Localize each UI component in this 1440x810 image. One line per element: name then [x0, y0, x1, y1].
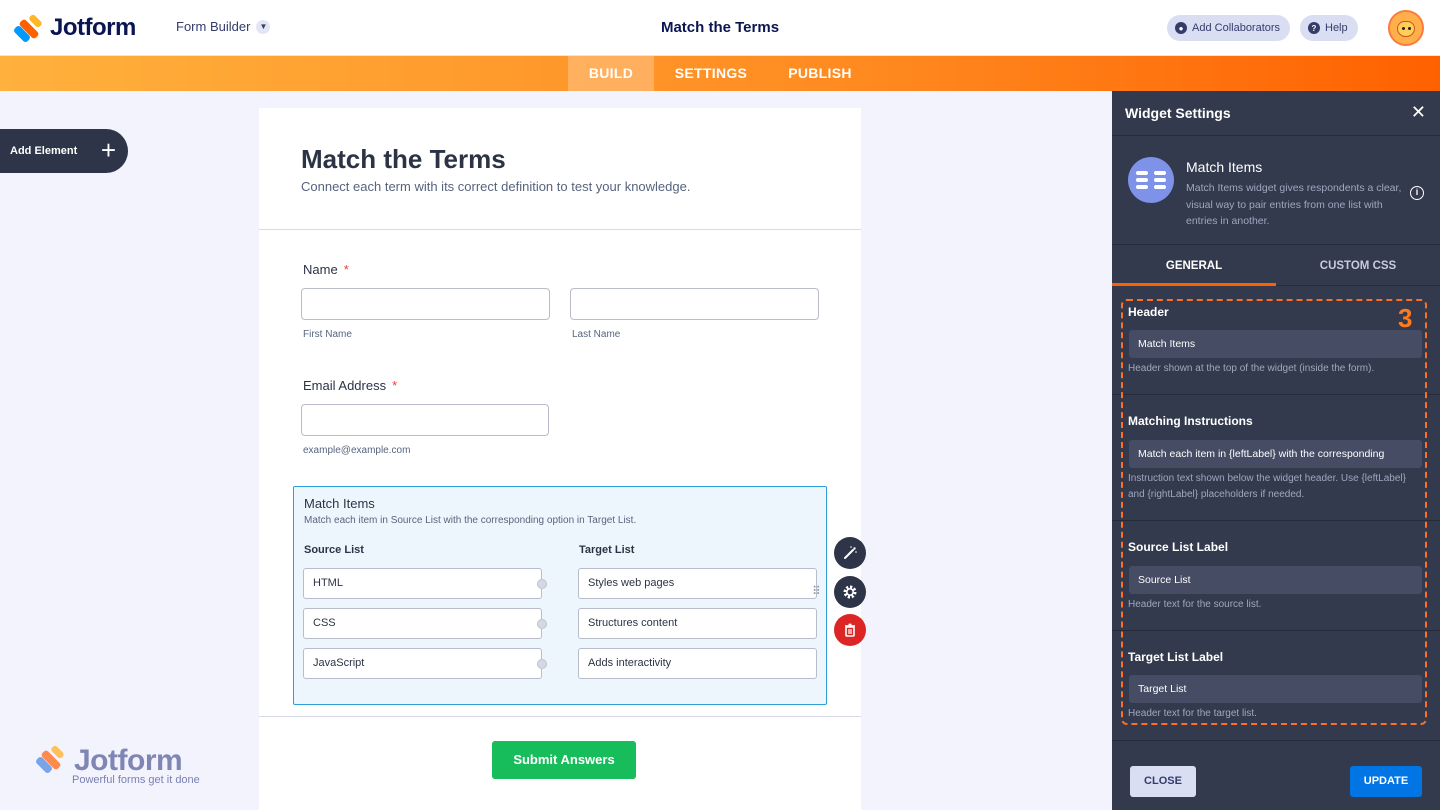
plus-icon: + [100, 135, 116, 165]
form-canvas: Match the Terms Connect each term with i… [259, 108, 861, 810]
widget-info: Match Items Match Items widget gives res… [1112, 137, 1440, 245]
close-icon[interactable]: ✕ [1411, 102, 1426, 123]
widget-description: Match Items widget gives respondents a c… [1186, 182, 1402, 227]
tab-custom-css[interactable]: CUSTOM CSS [1276, 246, 1440, 286]
builder-nav: BUILD SETTINGS PUBLISH [0, 56, 1440, 91]
tab-build[interactable]: BUILD [568, 56, 654, 91]
match-items-icon [1128, 157, 1174, 203]
panel-header: Widget Settings ✕ [1112, 91, 1440, 136]
add-collaborators-label: Add Collaborators [1192, 22, 1281, 34]
drag-handle-icon[interactable]: ⠿ [812, 585, 821, 597]
help-label: Help [1325, 22, 1348, 34]
target-list-header: Target List [579, 544, 635, 556]
watermark-text: Jotform [74, 744, 183, 777]
chevron-down-icon: ▼ [256, 19, 271, 34]
info-icon[interactable]: i [1410, 186, 1424, 200]
widget-title: Match Items [304, 496, 375, 511]
source-item-javascript[interactable]: JavaScript [303, 648, 547, 679]
connector-dot[interactable] [537, 579, 547, 589]
magic-wand-icon [844, 546, 857, 559]
add-element-label: Add Element [10, 145, 78, 157]
top-bar: Jotform Form Builder ▼ Match the Terms ●… [0, 0, 1440, 56]
widget-settings-button[interactable] [834, 576, 866, 608]
help-button[interactable]: ? Help [1300, 15, 1358, 41]
source-item-css[interactable]: CSS [303, 608, 547, 639]
email-label[interactable]: Email Address * [303, 378, 397, 393]
connector-dot[interactable] [537, 619, 547, 629]
jotform-logo-icon [12, 13, 43, 44]
form-header[interactable]: Match the Terms Connect each term with i… [259, 108, 861, 230]
tab-general[interactable]: GENERAL [1112, 246, 1276, 286]
form-builder-label: Form Builder [176, 19, 251, 34]
logo-text: Jotform [50, 14, 136, 41]
settings-tabs: GENERAL CUSTOM CSS [1112, 246, 1440, 286]
add-element-button[interactable]: Add Element + [0, 129, 128, 173]
target-item-styles[interactable]: Styles web pages [578, 568, 817, 599]
trash-icon [845, 623, 855, 637]
email-input[interactable] [301, 404, 549, 436]
avatar[interactable] [1388, 10, 1424, 46]
delete-button[interactable] [834, 614, 866, 646]
required-mark: * [343, 262, 349, 277]
target-item-structures[interactable]: Structures content [578, 608, 817, 639]
step-badge: 3 [1398, 303, 1413, 333]
email-sublabel: example@example.com [303, 445, 411, 456]
close-button[interactable]: CLOSE [1130, 766, 1196, 797]
form-builder-dropdown[interactable]: Form Builder ▼ [176, 19, 271, 34]
source-item-html[interactable]: HTML [303, 568, 547, 599]
last-name-sublabel: Last Name [572, 329, 621, 340]
name-label[interactable]: Name * [303, 262, 349, 277]
update-button[interactable]: UPDATE [1350, 766, 1422, 797]
panel-title: Widget Settings [1125, 105, 1231, 121]
tab-settings[interactable]: SETTINGS [662, 56, 760, 91]
magic-wand-button[interactable] [834, 537, 866, 569]
target-item-interactivity[interactable]: Adds interactivity [578, 648, 817, 679]
jotform-watermark-icon [34, 744, 65, 775]
highlight-frame [1121, 299, 1427, 725]
question-icon: ? [1308, 22, 1320, 34]
form-heading: Match the Terms [301, 144, 506, 174]
match-items-widget[interactable]: Match Items Match each item in Source Li… [293, 486, 827, 705]
widget-name: Match Items [1186, 159, 1263, 175]
jotform-logo[interactable]: Jotform [12, 13, 136, 44]
first-name-input[interactable] [301, 288, 550, 320]
add-collaborators-button[interactable]: ● Add Collaborators [1167, 15, 1291, 41]
watermark-tagline: Powerful forms get it done [72, 774, 200, 786]
tab-publish[interactable]: PUBLISH [776, 56, 864, 91]
widget-instructions: Match each item in Source List with the … [304, 515, 637, 526]
submit-button[interactable]: Submit Answers [492, 741, 636, 779]
required-mark: * [392, 378, 398, 393]
source-list-header: Source List [304, 544, 364, 556]
divider [259, 716, 861, 717]
first-name-sublabel: First Name [303, 329, 352, 340]
last-name-input[interactable] [570, 288, 819, 320]
form-subheading: Connect each term with its correct defin… [301, 179, 691, 194]
widget-settings-panel: Widget Settings ✕ Match Items Match Item… [1112, 91, 1440, 810]
user-icon: ● [1175, 22, 1187, 34]
gear-icon [843, 585, 857, 599]
connector-dot[interactable] [537, 659, 547, 669]
